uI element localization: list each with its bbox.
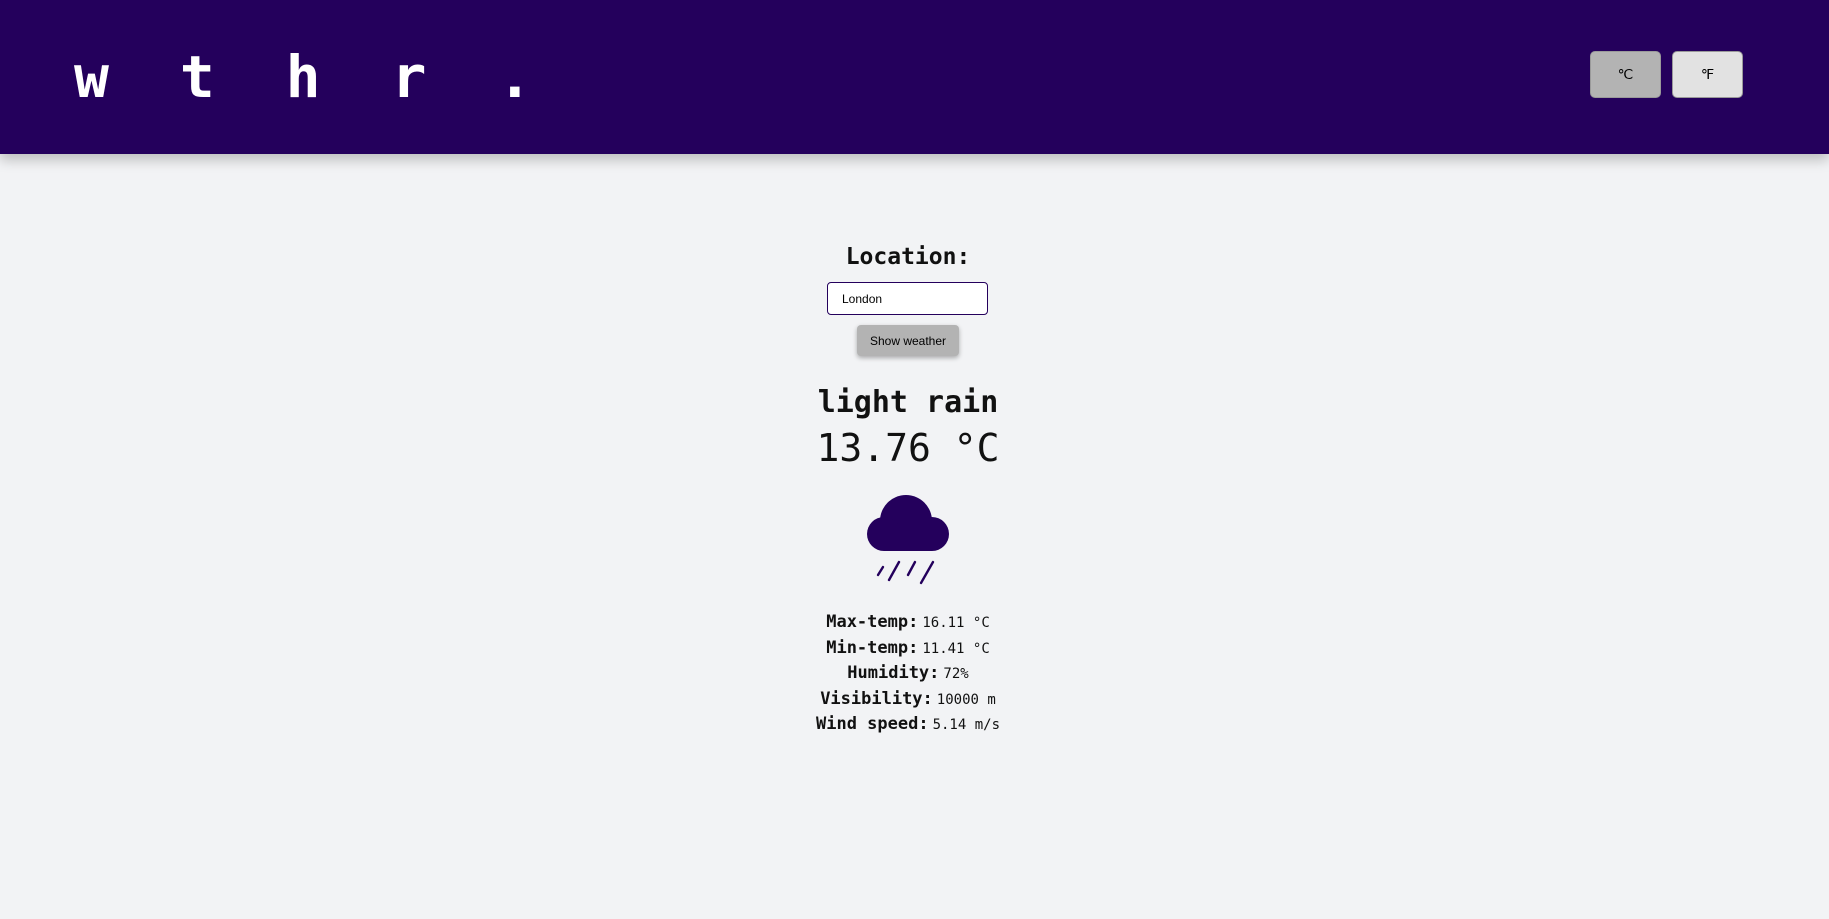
stat-min-temp: Min-temp: 11.41 °C [0, 635, 1816, 661]
app-logo: w t h r . [74, 43, 551, 111]
stat-label: Wind speed: [815, 714, 929, 734]
weather-description: light rain [817, 385, 999, 420]
stat-value: 10000 m [936, 691, 996, 708]
stat-value: 16.11 °C [922, 615, 990, 631]
stat-humidity: Humidity: 72% [0, 660, 1816, 686]
temperature-value: 13.76 °C [816, 426, 1000, 470]
location-input[interactable] [827, 282, 988, 315]
fahrenheit-button[interactable]: ℉ [1672, 51, 1743, 98]
stat-label: Min-temp: [826, 637, 919, 658]
celsius-button[interactable]: ℃ [1590, 51, 1661, 98]
stat-label: Humidity: [847, 663, 940, 683]
app-header: w t h r . ℃ ℉ [0, 0, 1829, 154]
weather-stats: Max-temp: 16.11 °C Min-temp: 11.41 °C Humi… [0, 609, 1816, 737]
stat-value: 5.14 m/s [932, 717, 1001, 733]
show-weather-button[interactable]: Show weather [857, 325, 959, 356]
stat-value: 72% [943, 666, 969, 682]
location-label: Location: [845, 244, 971, 270]
stat-visibility: Visibility: 10000 m [0, 686, 1816, 712]
stat-wind-speed: Wind speed: 5.14 m/s [0, 711, 1816, 737]
stat-label: Visibility: [820, 688, 933, 709]
main-content: Location: Show weather light rain 13.76 … [0, 154, 1829, 919]
stat-value: 11.41 °C [922, 640, 990, 657]
light-rain-icon [867, 495, 949, 585]
stat-label: Max-temp: [826, 612, 919, 632]
stat-max-temp: Max-temp: 16.11 °C [0, 609, 1816, 635]
